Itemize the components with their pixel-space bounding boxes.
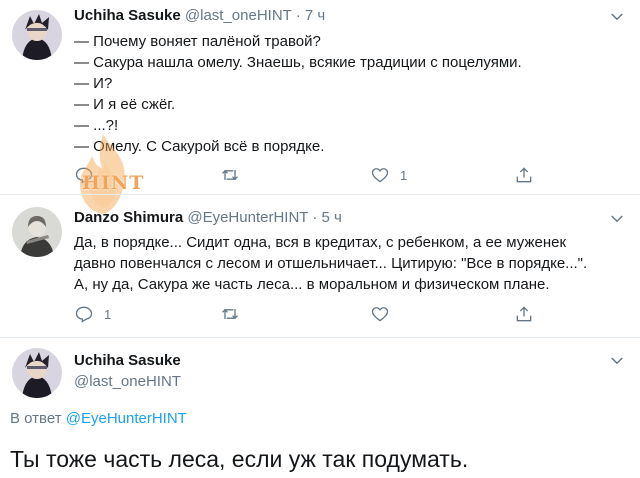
reply-icon [74, 304, 94, 324]
share-icon [514, 304, 534, 324]
tweet-line: — Омелу. С Сакурой всё в порядке. [74, 138, 325, 155]
reply-handle-link[interactable]: @EyeHunterHINT [66, 410, 187, 427]
retweet-icon [220, 304, 240, 324]
tweet-header: Danzo Shimura @EyeHunterHINT · 5 ч [74, 208, 342, 228]
reply-context: В ответ @EyeHunterHINT [10, 410, 187, 427]
like-icon [370, 304, 390, 324]
display-name[interactable]: Uchiha Sasuke [74, 352, 181, 369]
like-icon [370, 165, 390, 185]
timestamp[interactable]: 5 ч [322, 209, 342, 226]
main-tweet-text: Ты тоже часть леса, если уж так подумать… [10, 446, 469, 472]
share-button[interactable] [514, 164, 534, 186]
like-count: 1 [400, 167, 408, 183]
like-button[interactable]: 1 [370, 164, 407, 186]
tweet-text: — Почему воняет палёной травой? — Сакура… [74, 31, 522, 157]
username[interactable]: @last_oneHINT [74, 373, 181, 390]
tweet-line: — И? [74, 75, 113, 92]
tweet-header: Uchiha Sasuke [74, 351, 181, 371]
tweet-line: — Почему воняет палёной травой? [74, 33, 321, 50]
avatar[interactable] [12, 10, 62, 60]
reply-count: 1 [104, 306, 112, 322]
tweet-text: Да, в порядке... Сидит одна, вся в креди… [74, 232, 587, 295]
watermark-text: HINT [82, 172, 145, 194]
tweet-line: — И я её сжёг. [74, 96, 176, 113]
chevron-down-icon[interactable] [608, 210, 626, 228]
separator-dot: · [295, 7, 301, 24]
tweet-header: Uchiha Sasuke @last_oneHINT · 7 ч [74, 6, 325, 26]
tweet-line: А, ну да, Сакура же часть леса... в мора… [74, 276, 550, 293]
like-button[interactable] [370, 303, 400, 325]
chevron-down-icon[interactable] [608, 8, 626, 26]
tweet-line: Да, в порядке... Сидит одна, вся в креди… [74, 234, 567, 251]
username[interactable]: @EyeHunterHINT [187, 209, 308, 226]
reply-button[interactable]: 1 [74, 303, 111, 325]
retweet-icon [220, 165, 240, 185]
username[interactable]: @last_oneHINT [185, 7, 292, 24]
tweet-actions: 1 [74, 164, 544, 186]
tweet-line: — ...?! [74, 117, 119, 134]
avatar[interactable] [12, 207, 62, 257]
tweet-line: давно повенчался с лесом и отшельничает.… [74, 255, 588, 272]
reply-prefix: В ответ [10, 410, 66, 427]
timestamp[interactable]: 7 ч [305, 7, 325, 24]
share-icon [514, 165, 534, 185]
tweet-line: — Сакура нашла омелу. Знаешь, всякие тра… [74, 54, 522, 71]
separator-dot: · [312, 209, 318, 226]
share-button[interactable] [514, 303, 534, 325]
chevron-down-icon[interactable] [608, 352, 626, 370]
avatar[interactable] [12, 348, 62, 398]
retweet-button[interactable] [220, 303, 250, 325]
retweet-button[interactable] [220, 164, 250, 186]
tweet-actions: 1 [74, 303, 544, 325]
display-name[interactable]: Uchiha Sasuke [74, 7, 181, 24]
display-name[interactable]: Danzo Shimura [74, 209, 183, 226]
tweet-2[interactable]: Danzo Shimura @EyeHunterHINT · 5 ч Да, в… [0, 195, 640, 337]
